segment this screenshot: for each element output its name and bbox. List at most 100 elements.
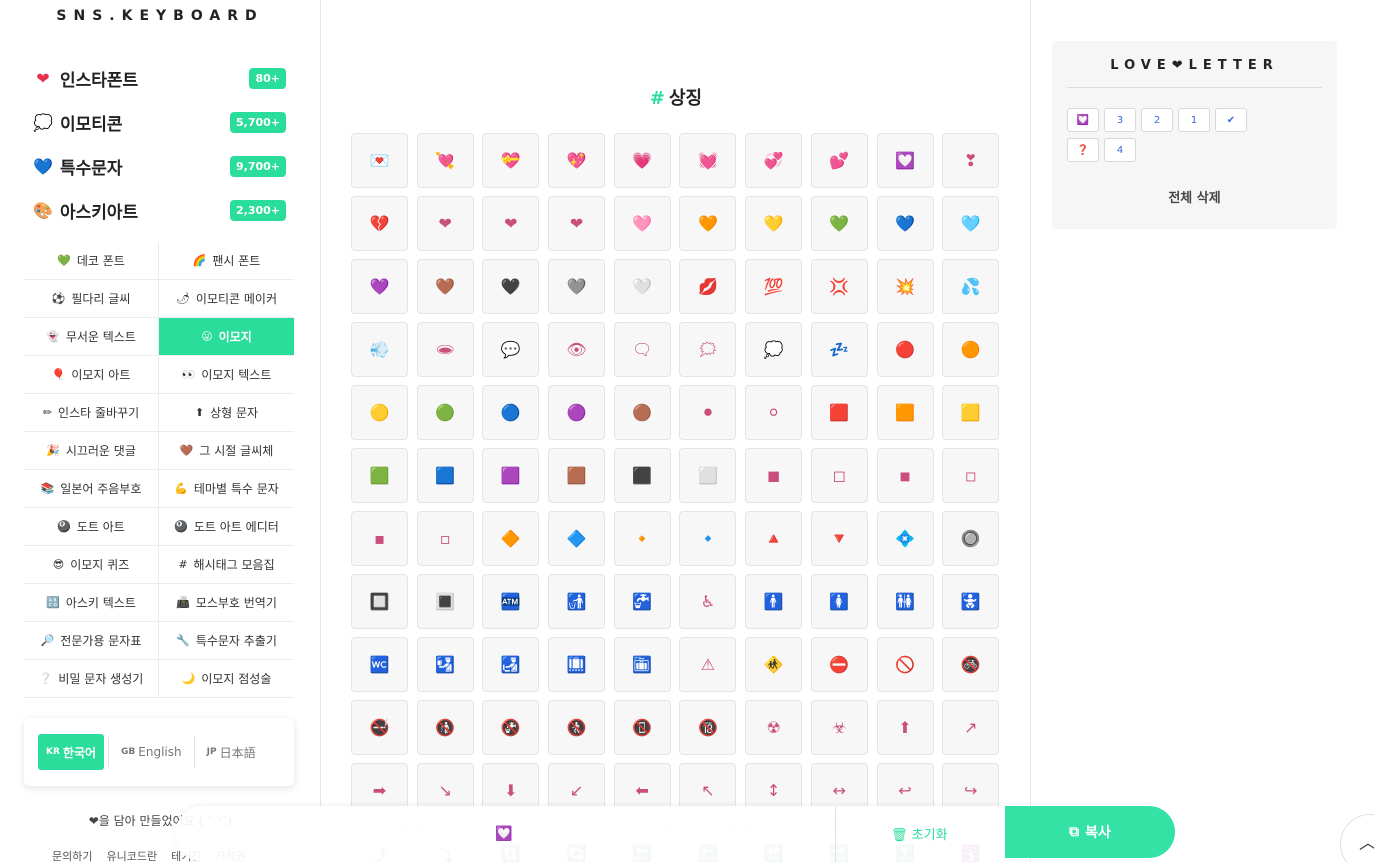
emoji-tile[interactable]: 💦 [942,259,1000,314]
emoji-tile[interactable]: 💋 [679,259,737,314]
language-option[interactable]: KR 한국어 [38,734,105,770]
clear-all-button[interactable]: 전체 삭제 [1052,187,1337,206]
emoji-tile[interactable]: 💬 [482,322,540,377]
sub-nav-item[interactable]: 💪 테마별 특수 문자 [159,470,294,508]
emoji-tile[interactable]: 🔺 [745,511,803,566]
emoji-tile[interactable]: 🔹 [679,511,737,566]
emoji-tile[interactable]: 🏧 [482,574,540,629]
selected-chip[interactable]: 1 [1178,108,1210,132]
emoji-tile[interactable]: ↗ [942,700,1000,755]
sub-nav-item[interactable]: ✏ 인스타 줄바꾸기 [24,394,159,432]
emoji-tile[interactable]: 🔻 [810,511,868,566]
emoji-tile[interactable]: 🚺 [810,574,868,629]
emoji-tile[interactable]: 🛄 [548,637,606,692]
sub-nav-item[interactable]: 🎉 시끄러운 댓글 [24,432,159,470]
footer-link[interactable]: 유니코드란 [106,848,157,862]
sub-nav-item[interactable]: 👻 무서운 텍스트 [24,318,159,356]
emoji-tile[interactable]: ⬛ [613,448,671,503]
emoji-tile[interactable]: 🚫 [876,637,934,692]
emoji-tile[interactable]: 💨 [351,322,408,377]
emoji-tile[interactable]: ☢ [745,700,803,755]
emoji-tile[interactable]: 🟪 [482,448,540,503]
emoji-tile[interactable]: 🚸 [745,637,803,692]
sub-nav-item[interactable]: 😎 이모지 퀴즈 [24,546,159,584]
emoji-tile[interactable]: 🔴 [876,322,934,377]
emoji-tile[interactable]: 🚼 [942,574,1000,629]
emoji-tile[interactable]: 🟩 [351,448,408,503]
selected-chip[interactable]: 3 [1104,108,1136,132]
emoji-tile[interactable]: 💠 [876,511,934,566]
sub-nav-item[interactable]: 🌙 이모지 점성술 [159,660,294,698]
sub-nav-item[interactable]: 🔎 전문가용 문자표 [24,622,159,660]
sub-nav-item[interactable]: # 해시태그 모음집 [159,546,294,584]
main-nav-item[interactable]: 💙 특수문자 9,700+ [32,144,286,188]
sub-nav-item[interactable]: 🤎 그 시절 글씨체 [159,432,294,470]
emoji-tile[interactable]: ⬆ [876,700,934,755]
emoji-tile[interactable]: ⚫ [679,385,737,440]
sub-nav-item[interactable]: 🎱 도트 아트 [24,508,159,546]
emoji-tile[interactable]: 💢 [810,259,868,314]
emoji-tile[interactable]: 🩶 [548,259,606,314]
sub-nav-item[interactable]: 🎈 이모지 아트 [24,356,159,394]
sub-nav-item[interactable]: 🔧 특수문자 추출기 [159,622,294,660]
emoji-tile[interactable]: 🟦 [416,448,474,503]
selected-chip[interactable]: 4 [1104,138,1136,162]
emoji-tile[interactable]: 💭 [745,322,803,377]
emoji-tile[interactable]: 🟢 [416,385,474,440]
emoji-tile[interactable]: ♿ [679,574,737,629]
emoji-tile[interactable]: 🟧 [876,385,934,440]
footer-link[interactable]: 문의하기 [52,848,92,862]
emoji-tile[interactable]: 🟨 [942,385,1000,440]
emoji-tile[interactable]: 🔲 [351,574,408,629]
emoji-tile[interactable]: 🤎 [416,259,474,314]
emoji-tile[interactable]: 🟡 [351,385,408,440]
emoji-tile[interactable]: 💥 [876,259,934,314]
emoji-tile[interactable]: 📵 [613,700,671,755]
sub-nav-item[interactable]: 🌈 팬시 폰트 [159,242,294,280]
emoji-tile[interactable]: ⬜ [679,448,737,503]
emoji-tile[interactable]: 🚹 [745,574,803,629]
emoji-tile[interactable]: 🟥 [810,385,868,440]
emoji-tile[interactable]: 🗯 [679,322,737,377]
emoji-tile[interactable]: 💜 [351,259,408,314]
emoji-tile[interactable]: 🚻 [876,574,934,629]
emoji-tile[interactable]: ❤ [416,196,474,251]
emoji-tile[interactable]: 🛂 [416,637,474,692]
emoji-tile[interactable]: ◾ [876,448,934,503]
language-option[interactable]: GB English [113,734,190,770]
emoji-tile[interactable]: 💙 [876,196,934,251]
emoji-tile[interactable]: 💕 [810,133,868,188]
main-nav-item[interactable]: 🎨 아스키아트 2,300+ [32,188,286,232]
emoji-tile[interactable]: 🚳 [942,637,1000,692]
emoji-tile[interactable]: 🕳 [416,322,474,377]
emoji-tile[interactable]: 🛅 [613,637,671,692]
scroll-top-button[interactable]: ︿ [1340,814,1374,862]
selected-chip[interactable]: ✔ [1215,108,1247,132]
emoji-tile[interactable]: 💘 [416,133,474,188]
language-option[interactable]: JP 日本語 [199,734,264,770]
emoji-tile[interactable]: ⛔ [810,637,868,692]
emoji-tile[interactable]: 🩵 [942,196,1000,251]
emoji-tile[interactable]: 🚷 [548,700,606,755]
sub-nav-item[interactable]: 📚 일본어 주음부호 [24,470,159,508]
emoji-tile[interactable]: 🔵 [482,385,540,440]
main-nav-item[interactable]: ❤ 인스타폰트 80+ [32,56,286,100]
emoji-tile[interactable]: 🖤 [482,259,540,314]
emoji-tile[interactable]: 🚱 [482,700,540,755]
sub-nav-item[interactable]: ⚽ 필다리 글씨 [24,280,159,318]
emoji-tile[interactable]: 🚭 [351,700,408,755]
emoji-tile[interactable]: 💚 [810,196,868,251]
emoji-tile[interactable]: 💗 [613,133,671,188]
emoji-tile[interactable]: 💓 [679,133,737,188]
emoji-tile[interactable]: 🤍 [613,259,671,314]
selected-chip[interactable]: ❓ [1067,138,1099,162]
emoji-tile[interactable]: 🔸 [613,511,671,566]
sub-nav-item[interactable]: 😛 이모지 [159,318,294,356]
sub-nav-item[interactable]: 📠 모스부호 번역기 [159,584,294,622]
emoji-tile[interactable]: 💞 [745,133,803,188]
emoji-tile[interactable]: 🧡 [679,196,737,251]
emoji-tile[interactable]: ☣ [810,700,868,755]
emoji-tile[interactable]: 💝 [482,133,540,188]
emoji-tile[interactable]: 🚾 [351,637,408,692]
emoji-tile[interactable]: 🚮 [548,574,606,629]
